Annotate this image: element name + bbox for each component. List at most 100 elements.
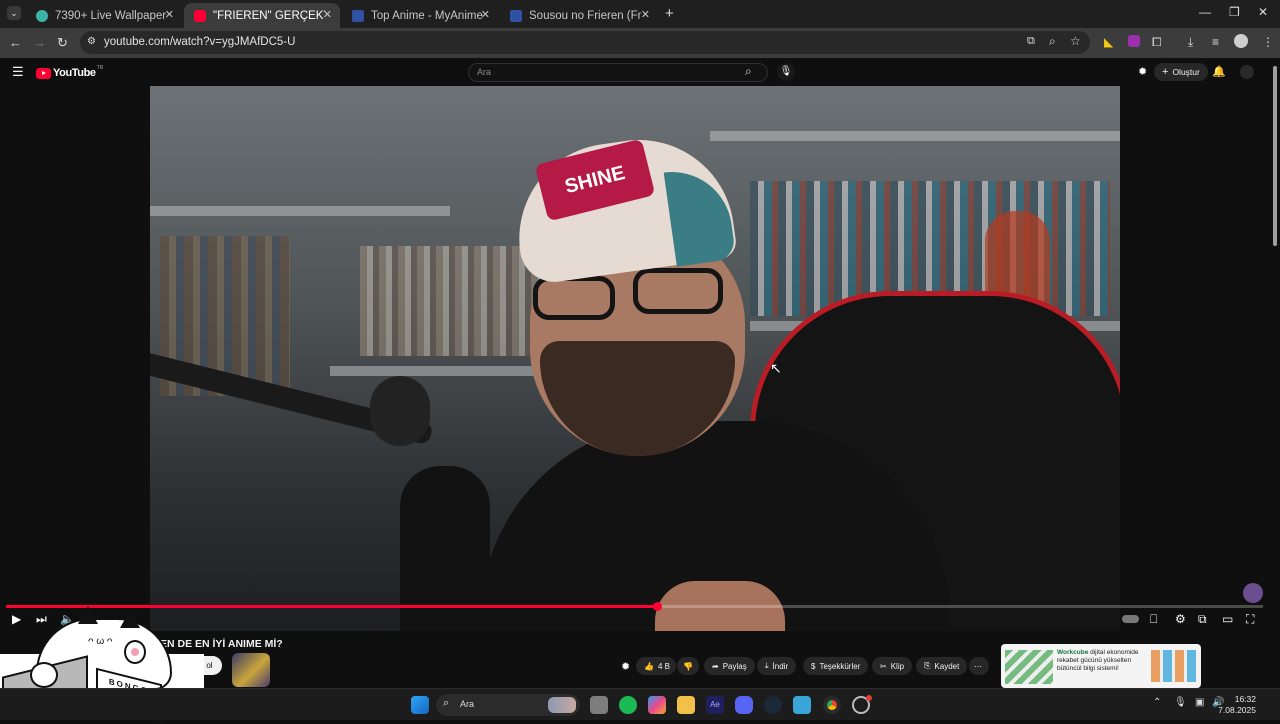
chrome-icon[interactable] [823,696,841,714]
restore-icon[interactable]: ❐ [1229,5,1240,19]
tab-wallpapers[interactable]: 7390+ Live Wallpapers 4K - Fre ✕ [26,3,182,28]
extension-gear-icon[interactable]: ✹ [621,660,630,673]
hamburger-menu-icon[interactable]: ☰ [12,64,24,80]
taskbar-search-label: Ara [460,699,475,709]
myanimelist-favicon-icon [352,9,364,22]
miniplayer-icon[interactable]: ⧉ [1198,612,1207,627]
chevron-up-icon[interactable]: ⌃ [1153,697,1161,708]
minimize-icon[interactable]: — [1199,5,1211,19]
browser-menu-icon[interactable]: ⋮ [1262,35,1274,49]
ad-brand: Workcube [1057,649,1089,656]
create-button[interactable]: + Oluştur [1154,63,1208,81]
close-icon[interactable]: ✕ [481,8,490,21]
autoplay-toggle[interactable] [1122,615,1139,623]
new-tab-button[interactable]: + [665,5,674,22]
windows-start-icon[interactable] [411,696,429,714]
notifications-bell-icon[interactable]: 🔔 [1212,65,1226,78]
desktop-app-icon[interactable] [793,696,811,714]
tab-myanimelist-top[interactable]: Top Anime - MyAnimeList.net ✕ [342,3,498,28]
scissors-icon: ✂ [880,661,887,671]
shelf [150,206,450,216]
tab-youtube-video[interactable]: "FRIEREN" GERÇEKTEN DE EN İ ✕ [184,3,340,28]
downloads-icon[interactable]: ⤓ [1188,35,1193,50]
subtitles-icon[interactable]: ⎕ [1150,612,1157,627]
search-placeholder: Ara [477,67,492,77]
dislike-button[interactable]: 👎 [677,657,699,675]
share-icon: ➦ [712,661,719,671]
sidebar-ad[interactable]: Workcube dijital ekonomide rekabet gücün… [1001,644,1201,688]
search-icon[interactable]: ⌕ [745,64,752,79]
file-explorer-icon[interactable] [677,696,695,714]
ad-graphic [1005,650,1053,684]
more-actions-button[interactable]: ⋯ [969,657,989,675]
video-frame[interactable]: SHINE ↖ [150,86,1120,631]
close-window-icon[interactable]: ✕ [1258,5,1268,19]
tab-label: "FRIEREN" GERÇEKTEN DE EN İ [213,9,325,22]
youtube-logo-text: YouTube [53,67,96,79]
microphone-icon[interactable]: 🎙 [1174,697,1187,708]
back-icon[interactable]: ← [9,35,22,50]
scrollbar[interactable] [1273,66,1277,246]
after-effects-icon[interactable]: Ae [706,696,724,714]
address-bar[interactable]: ⚙ youtube.com/watch?v=ygJMAfDC5-U ⧉ ⌕ ☆ [80,31,1090,54]
wallpapers-favicon-icon [36,9,48,22]
extension-gear-icon[interactable]: ✹ [1138,65,1147,78]
url-text: youtube.com/watch?v=ygJMAfDC5-U [104,36,296,48]
cat-paw-left [30,662,58,688]
youtube-favicon-icon [194,9,206,22]
taskbar-search[interactable]: ⌕ Ara [436,694,580,716]
system-clock[interactable]: 16:32 7.08.2025 [1218,694,1256,716]
forward-icon[interactable]: → [33,35,46,50]
close-icon[interactable]: ✕ [165,8,174,21]
site-info-icon[interactable]: ⚙ [87,36,96,47]
save-icon: ⎘ [924,661,931,670]
search-icon: ⌕ [443,697,450,709]
copilot-icon[interactable] [648,696,666,714]
clip-button[interactable]: ✂ Klip [872,657,913,675]
reload-icon[interactable]: ↻ [57,35,68,51]
steam-icon[interactable] [764,696,782,714]
network-icon[interactable]: ▣ [1195,697,1204,708]
thanks-button[interactable]: $ Teşekkürler [803,657,869,675]
extensions-puzzle-icon[interactable]: ⧠ [1152,35,1162,50]
install-app-icon[interactable]: ⧉ [1027,35,1035,48]
tab-label: Sousou no Frieren (Frieren: Bey [529,9,641,22]
extension-yellow-icon[interactable]: ◣ [1104,35,1113,49]
books [360,246,550,356]
save-button[interactable]: ⎘ Kaydet [916,657,968,675]
extension-purple-icon[interactable] [1128,35,1140,47]
tab-myanimelist-frieren[interactable]: Sousou no Frieren (Frieren: Bey ✕ [500,3,658,28]
youtube-play-logo-icon [36,67,51,79]
search-input[interactable]: Ara [468,63,768,82]
youtube-logo[interactable]: YouTube TR [36,65,103,80]
cat-ear-left [78,606,98,624]
zoom-icon[interactable]: ⌕ [1049,34,1056,49]
browser-toolbar: ← → ↻ ⚙ youtube.com/watch?v=ygJMAfDC5-U … [0,28,1280,58]
task-view-icon[interactable] [590,696,608,714]
clock-time: 16:32 [1234,694,1256,704]
settings-gear-icon[interactable]: ⚙ [1175,612,1186,626]
voice-search-icon[interactable]: 🎙 [777,63,795,81]
clip-label: Klip [890,661,905,671]
channel-watermark-avatar[interactable] [1243,583,1263,603]
thanks-label: Teşekkürler [819,661,861,671]
thanks-icon: $ [811,661,816,671]
theater-mode-icon[interactable]: ▭ [1222,612,1233,626]
account-avatar[interactable] [1240,65,1254,79]
spotify-icon[interactable] [619,696,637,714]
share-button[interactable]: ➦ Paylaş [704,657,755,675]
discord-icon[interactable] [735,696,753,714]
profile-avatar-icon[interactable] [1234,34,1248,48]
download-button[interactable]: ⤓ İndir [757,657,797,675]
tab-search-button[interactable]: ⌄ [7,6,21,20]
reading-list-icon[interactable]: ≡ [1212,35,1219,49]
scrubber-handle[interactable] [653,602,662,611]
ad-text: Workcube dijital ekonomide rekabet gücün… [1057,649,1153,673]
like-button[interactable]: 👍 4 B [636,657,676,675]
like-count: 4 B [657,661,670,671]
create-label: Oluştur [1172,67,1200,77]
bookmark-star-icon[interactable]: ☆ [1070,34,1081,48]
close-icon[interactable]: ✕ [323,8,332,21]
close-icon[interactable]: ✕ [641,8,650,21]
fullscreen-icon[interactable]: ⛶ [1246,612,1254,627]
